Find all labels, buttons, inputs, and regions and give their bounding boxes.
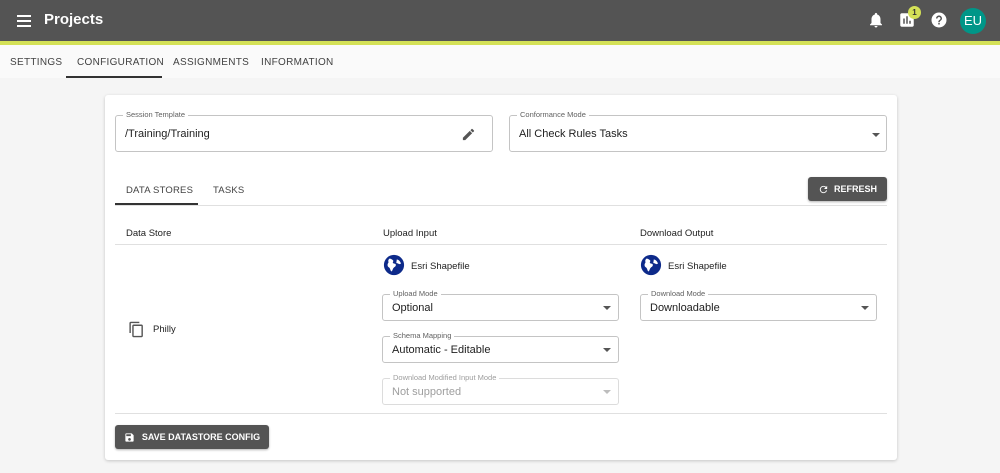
- bell-icon[interactable]: [867, 11, 885, 29]
- refresh-button[interactable]: REFRESH: [808, 177, 887, 201]
- session-template-label: Session Template: [123, 110, 189, 119]
- chevron-down-icon: [603, 390, 611, 394]
- download-modified-label: Download Modified Input Mode: [390, 373, 500, 382]
- conformance-mode-label: Conformance Mode: [517, 110, 589, 119]
- download-mode-label: Download Mode: [648, 289, 709, 298]
- menu-icon[interactable]: [14, 11, 34, 31]
- column-download-output: Download Output: [640, 228, 714, 239]
- copy-icon: [129, 321, 143, 338]
- pencil-icon[interactable]: [461, 127, 476, 142]
- avatar[interactable]: EU: [960, 8, 986, 34]
- app-bar: Projects 1 EU: [0, 0, 1000, 41]
- globe-icon: [640, 254, 662, 276]
- row-divider: [115, 413, 887, 414]
- schema-mapping-select[interactable]: Schema Mapping Automatic - Editable: [382, 331, 619, 363]
- chevron-down-icon: [872, 133, 880, 137]
- column-data-store: Data Store: [126, 228, 172, 239]
- tab-data-stores[interactable]: DATA STORES: [126, 185, 193, 196]
- page-title: Projects: [44, 11, 104, 28]
- save-label: SAVE DATASTORE CONFIG: [141, 432, 261, 442]
- upload-mode-value: Optional: [392, 302, 433, 314]
- tab-tasks[interactable]: TASKS: [213, 185, 244, 196]
- tab-settings[interactable]: SETTINGS: [10, 57, 62, 68]
- chevron-down-icon: [603, 348, 611, 352]
- download-modified-value: Not supported: [392, 386, 462, 398]
- chevron-down-icon: [861, 306, 869, 310]
- schema-mapping-value: Automatic - Editable: [392, 344, 491, 356]
- session-template-field[interactable]: Session Template /Training/Training: [115, 110, 493, 152]
- main-tabs: SETTINGS CONFIGURATION ASSIGNMENTS INFOR…: [0, 45, 1000, 78]
- globe-icon: [383, 254, 405, 276]
- subtabs-divider: [115, 205, 887, 206]
- download-format: Esri Shapefile: [668, 261, 727, 272]
- configuration-card: Session Template /Training/Training Conf…: [105, 95, 897, 460]
- chevron-down-icon: [603, 306, 611, 310]
- session-template-value: /Training/Training: [125, 128, 210, 140]
- conformance-mode-select[interactable]: Conformance Mode All Check Rules Tasks: [509, 110, 887, 152]
- download-modified-input-mode-select: Download Modified Input Mode Not support…: [382, 373, 619, 405]
- active-tab-indicator: [66, 76, 162, 78]
- save-datastore-config-button[interactable]: SAVE DATASTORE CONFIG: [115, 425, 269, 449]
- tab-configuration[interactable]: CONFIGURATION: [77, 57, 164, 68]
- schema-mapping-label: Schema Mapping: [390, 331, 455, 340]
- data-store-name: Philly: [153, 324, 176, 335]
- upload-format: Esri Shapefile: [411, 261, 470, 272]
- floppy-disk-icon: [125, 432, 134, 442]
- conformance-mode-value: All Check Rules Tasks: [519, 128, 628, 140]
- refresh-label: REFRESH: [833, 184, 877, 194]
- header-divider: [115, 244, 887, 245]
- column-upload-input: Upload Input: [383, 228, 437, 239]
- tab-assignments[interactable]: ASSIGNMENTS: [173, 57, 249, 68]
- help-icon[interactable]: [930, 11, 948, 29]
- refresh-icon: [819, 185, 828, 193]
- notification-badge: 1: [908, 6, 921, 19]
- download-mode-value: Downloadable: [650, 302, 720, 314]
- upload-mode-select[interactable]: Upload Mode Optional: [382, 289, 619, 321]
- tab-information[interactable]: INFORMATION: [261, 57, 334, 68]
- active-subtab-indicator: [115, 203, 198, 205]
- upload-mode-label: Upload Mode: [390, 289, 441, 298]
- download-mode-select[interactable]: Download Mode Downloadable: [640, 289, 877, 321]
